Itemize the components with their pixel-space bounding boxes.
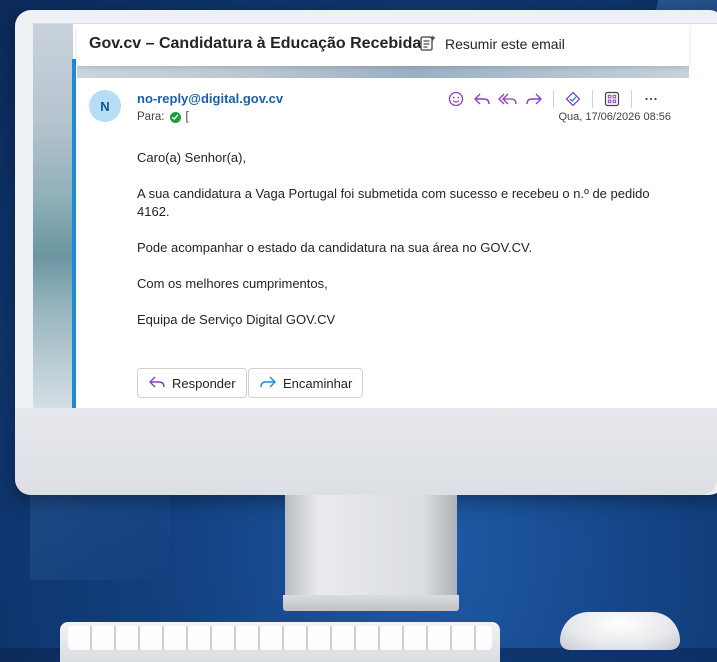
toolbar-divider — [553, 90, 554, 108]
reply-icon — [148, 375, 166, 392]
sent-date: Qua, 17/06/2026 08:56 — [558, 111, 671, 123]
avatar[interactable]: N — [89, 90, 121, 122]
recipient-name[interactable]: [ — [186, 111, 189, 123]
summarize-button[interactable]: Resumir este email — [419, 33, 565, 55]
immersive-reader-icon[interactable] — [560, 88, 586, 110]
toolbar-divider — [592, 90, 593, 108]
reply-label: Responder — [172, 375, 236, 391]
more-icon[interactable] — [638, 88, 664, 110]
summarize-label: Resumir este email — [445, 36, 565, 52]
reply-icon[interactable] — [469, 88, 495, 110]
monitor-stand — [285, 495, 457, 595]
message-accent-bar — [72, 59, 76, 409]
subject-header: Gov.cv – Candidatura à Educação Recebida… — [77, 24, 689, 66]
summary-icon — [419, 34, 437, 55]
body-paragraph: Pode acompanhar o estado da candidatura … — [137, 240, 533, 255]
theme-banner — [77, 66, 689, 78]
reply-all-icon[interactable] — [495, 88, 521, 110]
keyboard — [60, 622, 500, 662]
forward-label: Encaminhar — [283, 375, 353, 391]
recipient-redacted — [194, 112, 304, 122]
monitor-stand-base — [283, 595, 459, 611]
reply-button[interactable]: Responder — [137, 368, 247, 398]
apps-icon[interactable] — [599, 88, 625, 110]
monitor-chin — [15, 408, 717, 495]
forward-icon — [259, 375, 277, 392]
signature: Equipa de Serviço Digital GOV.CV — [137, 312, 336, 327]
email-subject: Gov.cv – Candidatura à Educação Recebida — [89, 35, 422, 52]
sender-address[interactable]: no-reply@digital.gov.cv — [137, 91, 283, 106]
keyboard-keys — [68, 626, 492, 650]
forward-icon[interactable] — [521, 88, 547, 110]
emoji-icon[interactable] — [443, 88, 469, 110]
body-paragraph: A sua candidatura a Vaga Portugal foi su… — [137, 186, 650, 219]
mouse — [560, 612, 680, 650]
email-body: Caro(a) Senhor(a), A sua candidatura a V… — [137, 149, 657, 347]
background-photo-strip — [33, 24, 73, 409]
message-toolbar — [443, 88, 664, 110]
forward-button[interactable]: Encaminhar — [248, 368, 364, 398]
toolbar-divider — [631, 90, 632, 108]
closing: Com os melhores cumprimentos, — [137, 276, 328, 291]
screen: Gov.cv – Candidatura à Educação Recebida… — [33, 23, 717, 409]
verified-check-icon — [169, 111, 181, 123]
greeting: Caro(a) Senhor(a), — [137, 150, 247, 165]
to-label: Para: — [137, 111, 165, 123]
recipient-row: Para: [ — [137, 111, 304, 123]
